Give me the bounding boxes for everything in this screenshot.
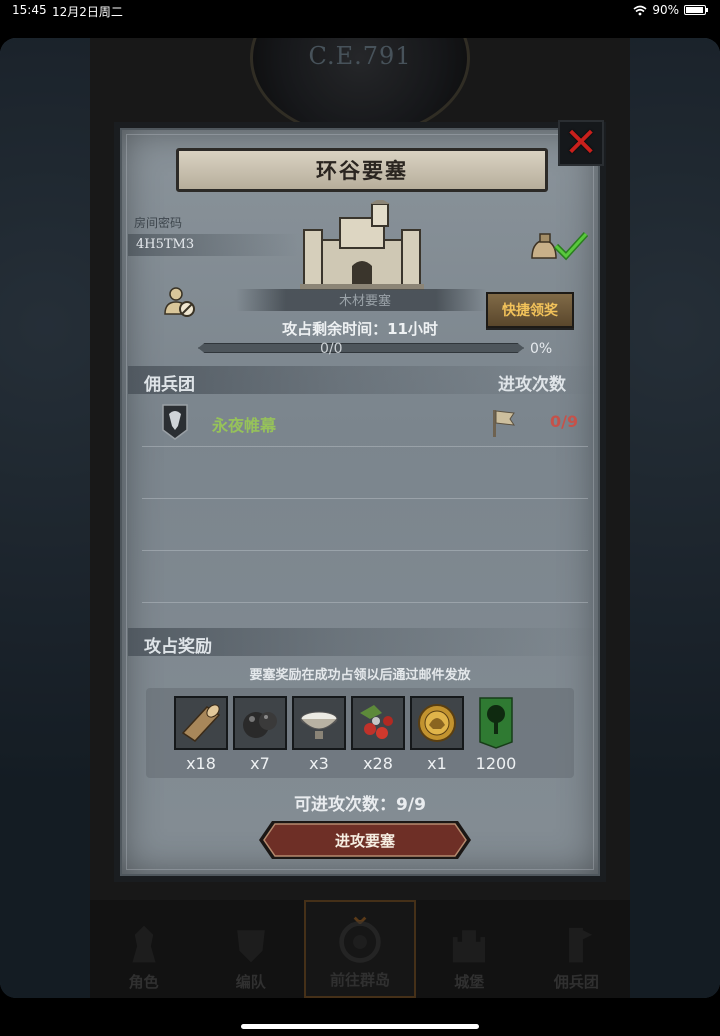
home-indicator[interactable]: [241, 1024, 479, 1029]
fortress-castle-icon: [300, 200, 424, 290]
claimed-reward-bag-icon: [531, 231, 588, 261]
room-password-label: 房间密码: [134, 216, 183, 230]
attack-button-label: 进攻要塞: [334, 831, 395, 850]
battery-percent: 90%: [652, 3, 679, 17]
berries-icon: [351, 696, 405, 750]
progress-percent: 0%: [530, 341, 553, 357]
wood-log-icon: [174, 696, 228, 750]
reward-item[interactable]: x28: [351, 696, 405, 773]
remaining-attempts: 可进攻次数：9/9: [294, 795, 426, 815]
battery-icon: [684, 5, 708, 15]
reward-qty: x7: [250, 754, 270, 773]
status-bar: 15:45 12月2日周二 90%: [0, 0, 720, 22]
reward-item[interactable]: x18: [174, 696, 228, 773]
flag-icon: [493, 410, 516, 437]
reward-list: x18 x7 x3 x28 x1 1200: [146, 688, 574, 778]
reward-item[interactable]: x1: [410, 696, 464, 773]
attacks-header-label: 进攻次数: [498, 375, 566, 395]
row-divider: [142, 550, 588, 551]
flour-bowl-icon: [292, 696, 346, 750]
status-time: 15:45: [12, 3, 47, 17]
close-icon: ✕: [564, 120, 598, 166]
reward-qty: x28: [363, 754, 393, 773]
dialog-title: 环谷要塞: [176, 148, 548, 192]
reward-item[interactable]: x3: [292, 696, 346, 773]
reward-item[interactable]: x7: [233, 696, 287, 773]
guild-name: 永夜帷幕: [212, 416, 277, 435]
status-right: 90%: [633, 3, 708, 17]
row-divider: [142, 498, 588, 499]
room-password-value: 4H5TM3: [128, 234, 298, 256]
guild-emblem-icon: [162, 404, 188, 440]
truffle-icon: [233, 696, 287, 750]
wifi-icon: [633, 5, 647, 15]
fortress-dialog: ✕ 环谷要塞 房间密码 4H5TM3 木材要塞 快捷领奖 攻占剩余时间：11小时…: [114, 120, 606, 882]
close-button[interactable]: ✕: [558, 120, 604, 166]
reward-qty: x1: [427, 754, 447, 773]
reward-note: 要塞奖励在成功占领以后通过邮件发放: [249, 668, 471, 683]
mercenary-header-label: 佣兵团: [144, 375, 195, 395]
occupy-progress-bar: [198, 343, 524, 353]
guild-attack-count: 0/9: [550, 412, 579, 431]
reward-qty: x3: [309, 754, 329, 773]
tree-banner-icon: [469, 696, 523, 750]
attack-fortress-button[interactable]: 进攻要塞: [258, 820, 472, 860]
reward-qty: 1200: [475, 754, 517, 773]
gold-helmet-coin-icon: [410, 696, 464, 750]
row-divider: [142, 446, 588, 447]
reward-item[interactable]: 1200: [469, 696, 523, 773]
reward-qty: x18: [186, 754, 216, 773]
progress-count: 0/0: [320, 341, 343, 357]
occupy-time-left: 攻占剩余时间：11小时: [282, 320, 438, 338]
guild-row[interactable]: 永夜帷幕 0/9: [128, 400, 604, 444]
row-divider: [142, 602, 588, 603]
reward-header-label: 攻占奖励: [144, 637, 212, 657]
status-date: 12月2日周二: [52, 5, 123, 19]
